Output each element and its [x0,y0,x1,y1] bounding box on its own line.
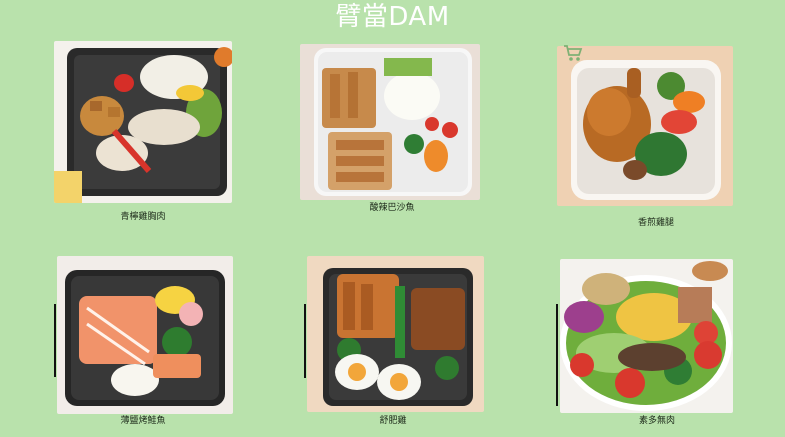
basa-fish-bento-icon [300,44,480,200]
menu-item-name-5[interactable]: 舒肥雞 [353,416,433,427]
menu-item-image-4[interactable] [57,256,233,414]
lemon-chicken-bento-icon [54,41,232,203]
decorative-edge-line-4 [54,304,56,377]
menu-item-name-6[interactable]: 素多無肉 [617,416,697,427]
menu-item-image-5[interactable] [307,256,484,412]
menu-item-name-4[interactable]: 薄鹽烤鮭魚 [103,416,183,427]
page-title: 臂當DAM [335,2,450,32]
decorative-edge-line-6 [556,304,558,406]
decorative-edge-line-5 [304,304,306,378]
menu-item-image-1[interactable] [54,41,232,203]
salmon-bento-icon [57,256,233,414]
page: 臂當DAM 青檸雞胸肉 酸辣巴沙魚 香煎雞腿 薄鹽烤鮭魚 舒肥雞 素多無肉 [0,0,785,437]
menu-item-image-2[interactable] [300,44,480,200]
menu-item-name-3[interactable]: 香煎雞腿 [616,218,696,229]
vegetarian-bowl-icon [560,259,733,413]
shopping-cart-icon[interactable] [563,44,583,62]
menu-item-image-3[interactable] [557,46,733,206]
sous-vide-chicken-bento-icon [307,256,484,412]
menu-item-image-6[interactable] [560,259,733,413]
menu-item-name-2[interactable]: 酸辣巴沙魚 [352,203,432,214]
menu-item-name-1[interactable]: 青檸雞胸肉 [103,212,183,223]
pan-fried-drumstick-bento-icon [557,46,733,206]
